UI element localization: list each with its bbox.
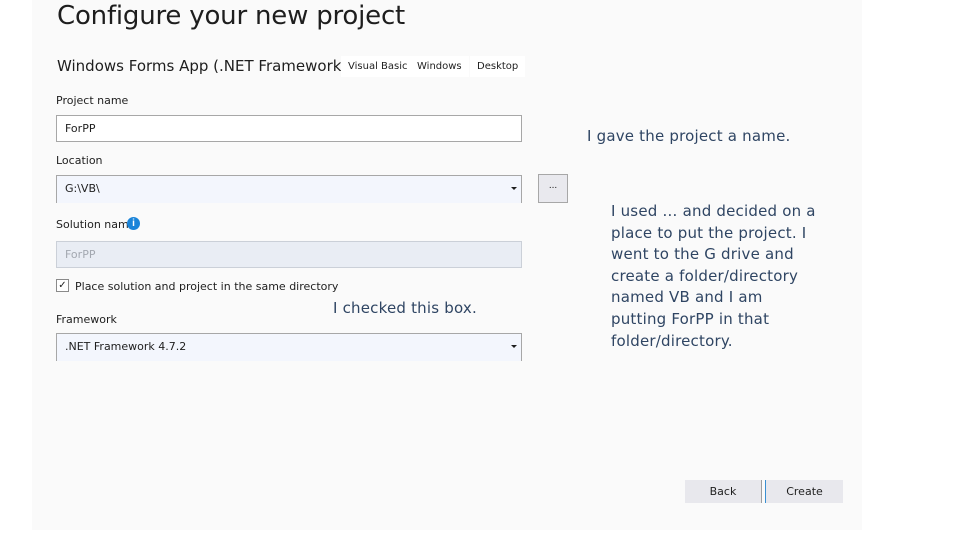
chevron-down-icon[interactable] — [511, 187, 517, 190]
same-directory-label[interactable]: Place solution and project in the same d… — [75, 280, 338, 293]
annotation-project-name: I gave the project a name. — [587, 127, 791, 145]
tag-project-type: Desktop — [470, 56, 526, 77]
location-value: G:\VB\ — [65, 182, 100, 195]
project-name-label: Project name — [56, 94, 129, 107]
framework-label: Framework — [56, 313, 117, 326]
chevron-down-icon[interactable] — [511, 345, 517, 348]
solution-name-input: ForPP — [56, 241, 522, 268]
framework-value: .NET Framework 4.7.2 — [65, 340, 187, 353]
location-label: Location — [56, 154, 103, 167]
annotation-checkbox: I checked this box. — [333, 299, 477, 317]
framework-combobox[interactable]: .NET Framework 4.7.2 — [56, 333, 522, 361]
same-directory-checkbox[interactable]: ✓ — [56, 279, 69, 292]
template-name: Windows Forms App (.NET Framework) — [57, 57, 348, 75]
browse-button[interactable]: ... — [538, 174, 568, 203]
tag-language: Visual Basic — [341, 56, 415, 77]
info-icon[interactable]: i — [127, 217, 140, 230]
back-button[interactable]: Back — [685, 480, 762, 503]
project-name-input[interactable]: ForPP — [56, 115, 522, 142]
tag-platform: Windows — [410, 56, 469, 77]
create-button[interactable]: Create — [765, 480, 843, 503]
annotation-location: I used … and decided on a place to put t… — [611, 202, 816, 350]
location-combobox[interactable]: G:\VB\ — [56, 175, 522, 203]
page-title: Configure your new project — [57, 1, 406, 31]
solution-name-label: Solution name — [56, 218, 136, 231]
